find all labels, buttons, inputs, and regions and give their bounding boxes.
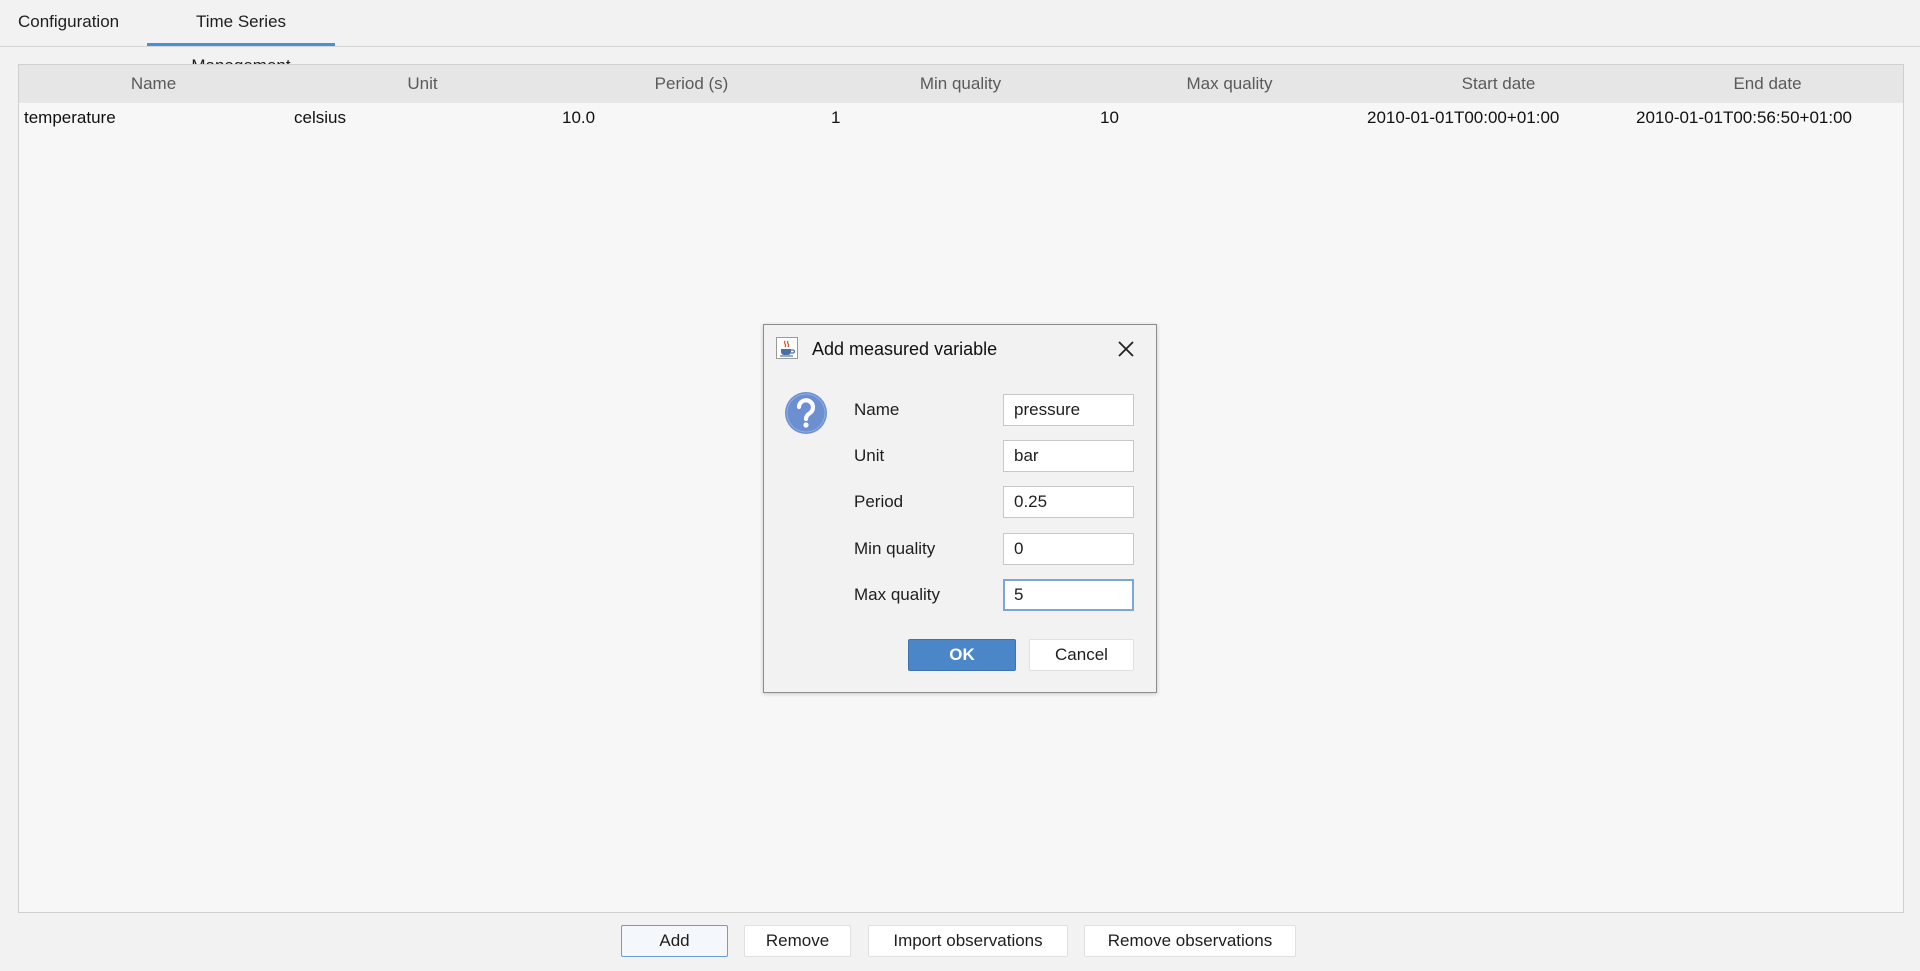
max-quality-label: Max quality: [854, 585, 940, 604]
name-label: Name: [854, 400, 900, 419]
table-header: Name Unit Period (s) Min quality Max qua…: [19, 65, 1903, 103]
cell-period: 10.0: [562, 108, 596, 127]
column-header-max-quality[interactable]: Max quality: [1095, 65, 1364, 103]
tab-time-series-management[interactable]: Time Series Management: [147, 0, 335, 75]
table-row[interactable]: temperature celsius 10.0 1 10 2010-01-01…: [19, 103, 1903, 133]
max-quality-field[interactable]: [1003, 579, 1134, 611]
remove-button[interactable]: Remove: [744, 925, 851, 957]
cell-min-quality: 1: [831, 108, 841, 127]
dialog-title: Add measured variable: [812, 339, 998, 359]
add-button[interactable]: Add: [621, 925, 728, 957]
cell-max-quality: 10: [1100, 108, 1119, 127]
cell-name: temperature: [24, 108, 116, 127]
tab-bar: Configuration Time Series Management: [0, 0, 1920, 75]
cancel-button[interactable]: Cancel: [1029, 639, 1134, 671]
close-icon[interactable]: [1114, 337, 1138, 361]
action-bar: Add Remove Import observations Remove ob…: [0, 913, 1920, 971]
unit-label: Unit: [854, 446, 885, 465]
column-header-min-quality[interactable]: Min quality: [826, 65, 1095, 103]
column-header-end-date[interactable]: End date: [1633, 65, 1902, 103]
question-icon: [785, 392, 827, 434]
column-header-name[interactable]: Name: [19, 65, 288, 103]
dialog-title-bar[interactable]: Add measured variable: [764, 325, 1156, 373]
remove-observations-button[interactable]: Remove observations: [1084, 925, 1296, 957]
cell-start-date: 2010-01-01T00:00+01:00: [1367, 108, 1560, 127]
cell-unit: celsius: [294, 108, 346, 127]
column-header-unit[interactable]: Unit: [288, 65, 557, 103]
min-quality-label: Min quality: [854, 539, 936, 558]
min-quality-field[interactable]: [1003, 533, 1134, 565]
column-header-start-date[interactable]: Start date: [1364, 65, 1633, 103]
add-measured-variable-dialog: Add measured variable Name Unit Period M…: [763, 324, 1157, 693]
java-cup-icon: [776, 337, 798, 359]
name-field[interactable]: [1003, 394, 1134, 426]
unit-field[interactable]: [1003, 440, 1134, 472]
cell-end-date: 2010-01-01T00:56:50+01:00: [1636, 108, 1852, 127]
import-observations-button[interactable]: Import observations: [868, 925, 1068, 957]
period-label: Period: [854, 492, 904, 511]
period-field[interactable]: [1003, 486, 1134, 518]
ok-button[interactable]: OK: [908, 639, 1016, 671]
tab-configuration[interactable]: Configuration: [0, 0, 137, 46]
column-header-period[interactable]: Period (s): [557, 65, 826, 103]
